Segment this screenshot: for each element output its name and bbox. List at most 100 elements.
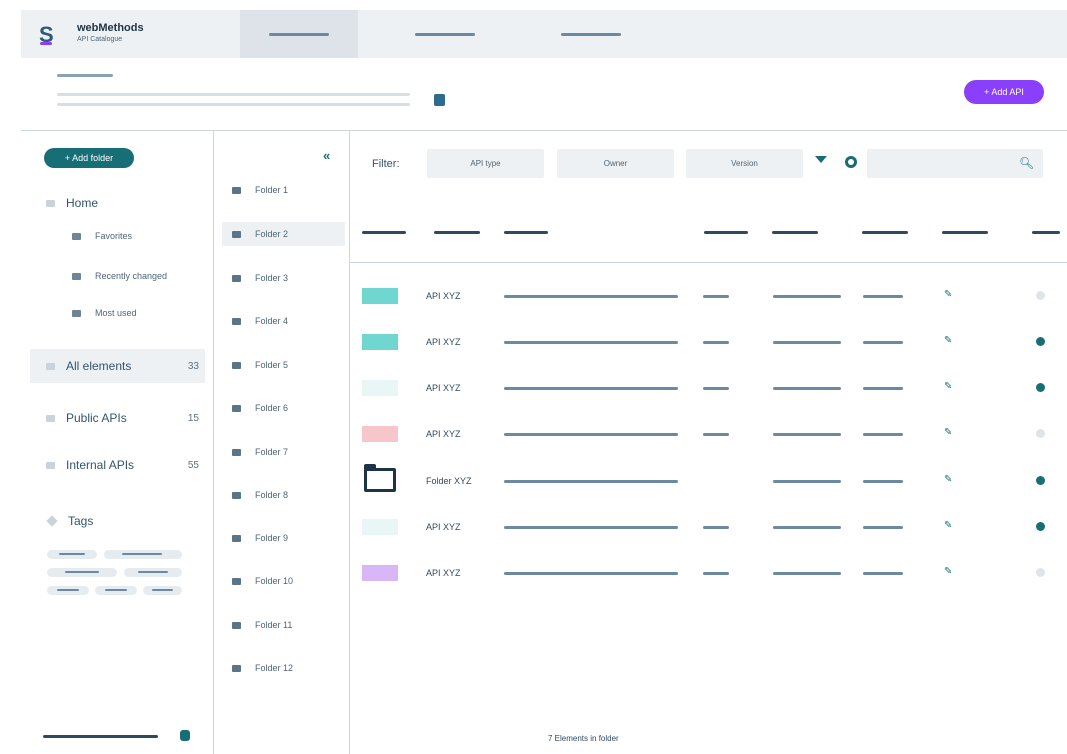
- folder-label: Folder 9: [255, 533, 289, 543]
- column-divider: [213, 131, 214, 754]
- add-api-button[interactable]: + Add API: [964, 80, 1044, 104]
- cell-placeholder: [504, 572, 678, 575]
- settings-icon[interactable]: [180, 730, 190, 741]
- table-row[interactable]: API XYZ ✎: [350, 420, 1067, 466]
- folder-item[interactable]: Folder 12: [222, 656, 345, 680]
- status-icon[interactable]: [1036, 383, 1045, 392]
- tag-chip[interactable]: [47, 550, 97, 559]
- nav-tab-2[interactable]: [386, 10, 504, 58]
- folder-item[interactable]: Folder 10: [222, 569, 345, 593]
- tag-chip[interactable]: [124, 568, 182, 577]
- edit-icon[interactable]: ✎: [944, 474, 952, 485]
- sidebar-item-all-elements[interactable]: All elements 33: [30, 349, 205, 383]
- sidebar-item-most-used[interactable]: Most used: [72, 303, 137, 323]
- row-name[interactable]: Folder XYZ: [426, 476, 472, 486]
- element-count: 7 Elements in folder: [548, 734, 619, 743]
- filter-version-button[interactable]: Version: [686, 149, 803, 178]
- edit-icon[interactable]: ✎: [944, 427, 952, 438]
- table-row[interactable]: API XYZ ✎: [350, 559, 1067, 605]
- brand[interactable]: S webMethods API Catalogue: [39, 20, 239, 50]
- edit-icon[interactable]: ✎: [944, 289, 952, 300]
- folder-item[interactable]: Folder 6: [222, 396, 345, 420]
- status-icon[interactable]: [1036, 476, 1045, 485]
- row-name[interactable]: API XYZ: [426, 291, 461, 301]
- row-name[interactable]: API XYZ: [426, 429, 461, 439]
- status-icon[interactable]: [1036, 291, 1045, 300]
- search-input[interactable]: [867, 149, 1043, 178]
- table-row[interactable]: API XYZ ✎: [350, 328, 1067, 374]
- status-icon[interactable]: [1036, 522, 1045, 531]
- table-row[interactable]: Folder XYZ ✎: [350, 464, 1067, 513]
- collapse-icon[interactable]: «: [323, 148, 330, 163]
- tag-chip[interactable]: [104, 550, 182, 559]
- chevron-down-icon[interactable]: [815, 156, 827, 163]
- nav-tab-1[interactable]: [240, 10, 358, 58]
- sidebar-item-home[interactable]: Home: [30, 186, 205, 220]
- sidebar-item-label: Recently changed: [95, 271, 168, 281]
- folder-item[interactable]: Folder 8: [222, 483, 345, 507]
- folder-icon: [232, 361, 241, 369]
- sidebar-item-favorites[interactable]: Favorites: [72, 226, 132, 246]
- edit-icon[interactable]: ✎: [944, 381, 952, 392]
- column-header[interactable]: [772, 231, 818, 234]
- column-header[interactable]: [504, 231, 548, 234]
- add-folder-button[interactable]: + Add folder: [44, 148, 134, 168]
- api-thumbnail: [362, 565, 398, 581]
- row-name[interactable]: API XYZ: [426, 383, 461, 393]
- row-name[interactable]: API XYZ: [426, 568, 461, 578]
- description-placeholder: [57, 93, 410, 96]
- search-icon[interactable]: 🔍︎: [1019, 156, 1034, 170]
- description-placeholder: [57, 103, 410, 106]
- folder-label: Folder 8: [255, 490, 289, 500]
- tag-chip[interactable]: [95, 586, 137, 595]
- gear-icon[interactable]: [845, 156, 857, 168]
- column-header[interactable]: [1032, 231, 1060, 234]
- folder-label: Folder 11: [255, 620, 293, 630]
- folder-label: Folder 4: [255, 316, 289, 326]
- edit-icon[interactable]: ✎: [944, 520, 952, 531]
- status-icon[interactable]: [1036, 429, 1045, 438]
- table-row[interactable]: API XYZ ✎: [350, 374, 1067, 420]
- nav-tab-3[interactable]: [532, 10, 650, 58]
- folder-item[interactable]: Folder 11: [222, 613, 345, 637]
- info-icon[interactable]: [434, 94, 445, 106]
- folder-label: Folder 6: [255, 403, 289, 413]
- status-icon[interactable]: [1036, 337, 1045, 346]
- row-name[interactable]: API XYZ: [426, 522, 461, 532]
- nav-tab-placeholder: [415, 33, 475, 36]
- folder-item[interactable]: Folder 4: [222, 309, 345, 333]
- folder-icon: [232, 491, 241, 499]
- filter-api-type-button[interactable]: API type: [427, 149, 544, 178]
- sidebar-item-internal-apis[interactable]: Internal APIs 55: [30, 448, 205, 482]
- table-row[interactable]: API XYZ ✎: [350, 282, 1067, 328]
- edit-icon[interactable]: ✎: [944, 335, 952, 346]
- column-header[interactable]: [942, 231, 988, 234]
- folder-item[interactable]: Folder 2: [222, 222, 345, 246]
- status-icon[interactable]: [1036, 568, 1045, 577]
- folder-item[interactable]: Folder 9: [222, 526, 345, 550]
- filter-owner-button[interactable]: Owner: [557, 149, 674, 178]
- brand-subtitle: API Catalogue: [77, 36, 123, 43]
- sidebar-item-public-apis[interactable]: Public APIs 15: [30, 401, 205, 435]
- row-name[interactable]: API XYZ: [426, 337, 461, 347]
- column-header[interactable]: [704, 231, 748, 234]
- tag-chip[interactable]: [143, 586, 182, 595]
- folder-icon: [72, 272, 81, 280]
- folder-label: Folder 12: [255, 663, 294, 673]
- sidebar-item-recently-changed[interactable]: Recently changed: [72, 266, 167, 286]
- tag-chip[interactable]: [47, 586, 89, 595]
- column-header[interactable]: [862, 231, 908, 234]
- table-row[interactable]: API XYZ ✎: [350, 513, 1067, 559]
- tag-chip[interactable]: [47, 568, 117, 577]
- edit-icon[interactable]: ✎: [944, 566, 952, 577]
- cell-placeholder: [504, 433, 678, 436]
- column-header[interactable]: [434, 231, 480, 234]
- folder-item[interactable]: Folder 5: [222, 353, 345, 377]
- column-header[interactable]: [362, 231, 406, 234]
- cell-placeholder: [703, 433, 729, 436]
- folder-item[interactable]: Folder 1: [222, 178, 345, 202]
- sidebar-item-tags[interactable]: Tags: [30, 504, 205, 538]
- folder-icon: [232, 448, 241, 456]
- folder-item[interactable]: Folder 7: [222, 440, 345, 464]
- folder-item[interactable]: Folder 3: [222, 266, 345, 290]
